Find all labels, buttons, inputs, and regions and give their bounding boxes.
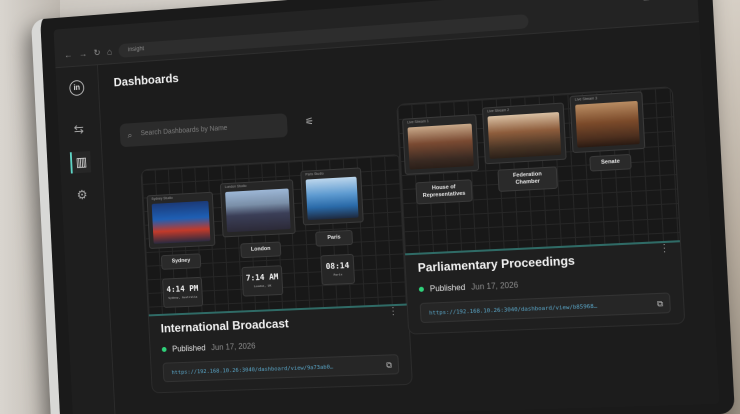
status-date: Jun 17, 2026 [470, 280, 519, 292]
senate-thumbnail [575, 100, 640, 148]
status-row: Published Jun 17, 2026 [161, 341, 256, 354]
tile-tag: Live Stream 3 [574, 96, 598, 102]
clock-time: 7:14 AM [245, 272, 279, 283]
card-preview: Sydney Studio London Studio Paris Studio… [141, 155, 408, 317]
preview-tile-london: London Studio [219, 179, 296, 238]
app: in ⇆ ▥ ⚙ Dashboards Sydney Studio London [55, 22, 719, 414]
tile-tag: Live Stream 1 [407, 119, 429, 125]
copy-icon[interactable]: ⧉ [657, 294, 664, 315]
clock-caption: Paris [333, 272, 343, 277]
preview-tile-paris: Paris Studio [300, 167, 364, 226]
card-body: Parliamentary Proceedings ⋮ Published Ju… [405, 240, 684, 333]
status-dot [418, 286, 425, 292]
federation-thumbnail [487, 111, 562, 159]
status-label: Published [429, 282, 466, 294]
tile-label-sydney: Sydney [160, 253, 202, 270]
tile-label-paris: Paris [315, 229, 354, 247]
tile-tag: London Studio [224, 183, 247, 190]
browser-top-icons: ▢ ◉ ⤓ [642, 0, 685, 2]
sydney-thumbnail [151, 200, 211, 244]
preview-tile-federation: Live Stream 2 [481, 102, 567, 165]
tile-label-federation: Federation Chamber [497, 166, 558, 192]
preview-tile-senate: Live Stream 3 [569, 91, 646, 154]
tile-tag: Sydney Studio [151, 195, 173, 202]
more-options-icon[interactable]: ⋮ [388, 306, 398, 317]
app-logo[interactable]: in [69, 79, 85, 97]
preview-tile-sydney: Sydney Studio [146, 191, 216, 249]
tile-tag: Live Stream 2 [487, 107, 510, 114]
tile-label-house: House of Representatives [415, 179, 473, 205]
search-icon: ⌕ [127, 129, 133, 140]
dashboard-url[interactable]: https://192.168.10.26:3040/dashboard/vie… [429, 294, 647, 323]
card-body: International Broadcast ⋮ Published Jun … [149, 304, 412, 393]
dashboard-url-box[interactable]: https://192.168.10.26:3040/dashboard/vie… [419, 292, 672, 324]
page-title: Dashboards [113, 71, 180, 90]
card-title: Parliamentary Proceedings [417, 253, 576, 275]
clock-caption: London, UK [253, 283, 272, 289]
clock-caption: Sydney, Australia [168, 294, 198, 300]
more-options-icon[interactable]: ⋮ [659, 243, 670, 255]
main-content: Dashboards Sydney Studio London Studio P… [98, 22, 720, 414]
dashboard-card-parliamentary-proceedings[interactable]: Live Stream 1 Live Stream 2 Live Stream … [396, 86, 686, 335]
extensions-icon[interactable]: ▢ [642, 0, 652, 2]
flows-icon[interactable]: ⇆ [68, 118, 89, 141]
status-dot [161, 346, 167, 353]
profile-icon[interactable]: ◉ [661, 0, 670, 1]
preview-tile-house: Live Stream 1 [402, 114, 480, 175]
back-icon[interactable]: ← [64, 50, 73, 60]
clock-sydney: 4:14 PM Sydney, Australia [162, 276, 204, 308]
tile-label-senate: Senate [589, 153, 632, 172]
filter-icon[interactable]: ⚟ [300, 113, 318, 132]
search-input[interactable]: Search Dashboards by Name [119, 113, 288, 148]
tile-tag: Paris Studio [305, 171, 324, 177]
card-title: International Broadcast [160, 316, 290, 336]
tile-label-london: London [240, 241, 282, 259]
screen: ▢ ◉ ⤓ ← → ↻ ⌂ insight in ⇆ ▥ ⚙ Dashboard… [53, 0, 720, 414]
paris-thumbnail [305, 176, 359, 221]
home-icon[interactable]: ⌂ [107, 47, 113, 57]
monitor: ▢ ◉ ⤓ ← → ↻ ⌂ insight in ⇆ ▥ ⚙ Dashboard… [31, 0, 735, 414]
dashboards-icon[interactable]: ▥ [69, 151, 92, 174]
card-preview: Live Stream 1 Live Stream 2 Live Stream … [397, 87, 680, 256]
status-row: Published Jun 17, 2026 [418, 280, 519, 294]
forward-icon[interactable]: → [79, 49, 88, 59]
status-date: Jun 17, 2026 [210, 341, 256, 353]
settings-icon[interactable]: ⚙ [71, 184, 92, 206]
dashboard-url[interactable]: https://192.168.10.26:3040/dashboard/vie… [171, 356, 377, 383]
clock-time: 4:14 PM [166, 283, 199, 295]
london-thumbnail [225, 188, 291, 233]
dashboard-url-box[interactable]: https://192.168.10.26:3040/dashboard/vie… [162, 354, 400, 383]
status-label: Published [171, 343, 206, 354]
house-thumbnail [407, 123, 474, 170]
copy-icon[interactable]: ⧉ [386, 355, 393, 375]
clock-london: 7:14 AM London, UK [241, 265, 284, 297]
clock-time: 08:14 [325, 261, 350, 272]
dashboard-card-international-broadcast[interactable]: Sydney Studio London Studio Paris Studio… [140, 154, 413, 394]
clock-paris: 08:14 Paris [320, 253, 356, 286]
reload-icon[interactable]: ↻ [93, 47, 101, 58]
